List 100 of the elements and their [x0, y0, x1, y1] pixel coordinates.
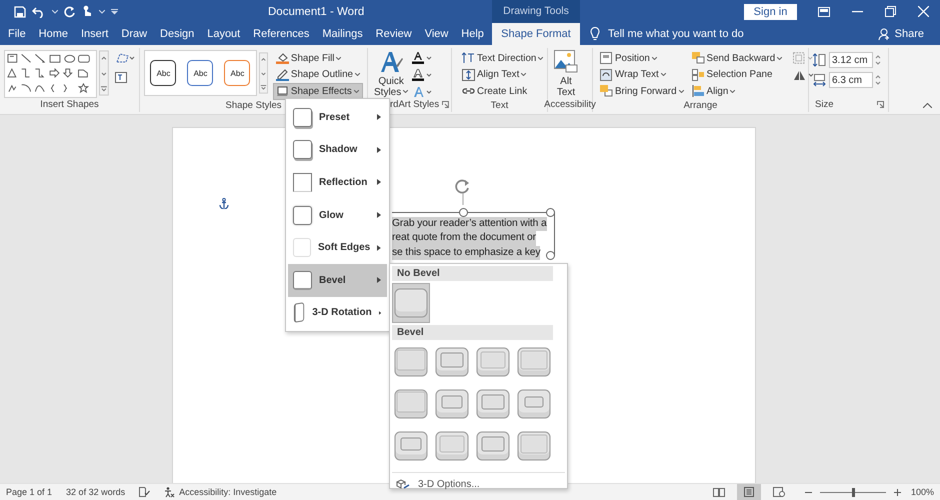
ribbon-tab[interactable]: Insert [80, 23, 108, 45]
collapse-ribbon-icon[interactable] [923, 103, 932, 108]
menu-item[interactable]: Reflection [288, 166, 387, 199]
style-swatch[interactable]: Abc [150, 60, 176, 86]
ribbon-tab[interactable]: Layout [207, 23, 240, 45]
resize-handle[interactable] [546, 208, 555, 217]
section-heading: Bevel [392, 325, 553, 340]
text-fill-icon[interactable] [412, 52, 432, 64]
submenu-arrow-icon [377, 114, 381, 120]
ribbon-tab[interactable]: Shape Format [492, 23, 580, 45]
zoom-level[interactable]: 100% [910, 487, 934, 497]
tell-me-field[interactable]: Tell me what you want to do [608, 23, 768, 45]
ribbon-tab[interactable]: Mailings [322, 23, 363, 45]
ribbon-tab[interactable]: Home [38, 23, 68, 45]
proofing-icon[interactable] [139, 487, 150, 497]
menu-item[interactable]: Bevel [288, 264, 387, 297]
submenu-arrow-icon [377, 146, 381, 153]
dialog-launcher-icon[interactable] [442, 101, 449, 108]
touch-mode-icon[interactable] [82, 5, 93, 18]
shape-gallery-drawing[interactable] [4, 50, 98, 98]
ribbon-command[interactable]: Shape Effects [272, 83, 363, 100]
accessibility-status[interactable]: Accessibility: Investigate [179, 487, 277, 497]
height-field[interactable]: 3.12 cm [829, 52, 873, 68]
style-swatch[interactable]: Abc [187, 60, 214, 86]
align-text-icon [462, 68, 475, 81]
ribbon-command[interactable]: Shape Outline [272, 66, 363, 83]
accessibility-icon[interactable] [164, 486, 176, 498]
alt-text-button[interactable]: Alt Text [552, 50, 580, 98]
effect-preview-icon [293, 270, 312, 290]
dialog-launcher-icon[interactable] [877, 101, 884, 108]
ribbon-command[interactable]: Align Text [459, 66, 546, 83]
rotation-handle-icon[interactable] [455, 179, 471, 205]
word-count[interactable]: 32 of 32 words [66, 487, 126, 497]
zoom-in-icon[interactable] [894, 488, 901, 496]
menu-item[interactable]: Glow [288, 198, 387, 232]
ribbon-command[interactable]: Shape Fill [272, 50, 363, 66]
gallery-scroll-icon[interactable] [99, 50, 109, 96]
spinner-icon[interactable] [875, 75, 881, 85]
ribbon-command[interactable]: Text Direction [459, 50, 546, 66]
menu-item[interactable]: Soft Edges [288, 231, 387, 264]
resize-handle[interactable] [546, 251, 555, 260]
ribbon-tab[interactable]: View [424, 23, 448, 45]
width-field[interactable]: 6.3 cm [829, 72, 873, 88]
caret-icon[interactable] [52, 10, 58, 14]
send-backward-icon [692, 52, 705, 64]
resize-handle[interactable] [459, 208, 468, 217]
redo-icon[interactable] [64, 6, 76, 18]
menu-item[interactable]: 3-D Rotation [288, 296, 387, 330]
ribbon-command[interactable]: Send Backward [688, 50, 786, 66]
sign-in-button[interactable]: Sign in [744, 4, 797, 20]
ribbon-command[interactable]: Create Link [459, 83, 546, 100]
caret-icon[interactable] [99, 10, 105, 14]
wrap-text-icon [600, 68, 613, 81]
ribbon-command[interactable]: Position [597, 50, 687, 66]
zoom-slider-thumb[interactable] [852, 488, 855, 496]
ribbon-tab[interactable]: Draw [121, 23, 148, 45]
gallery-scroll-icon[interactable] [258, 50, 268, 96]
undo-icon[interactable] [32, 6, 46, 18]
effect-preview-icon [293, 140, 312, 160]
close-icon[interactable] [918, 6, 929, 17]
page-count[interactable]: Page 1 of 1 [6, 487, 52, 497]
ribbon-command[interactable]: Selection Pane [688, 66, 786, 83]
text-box[interactable]: Grab your reader’s attention with a reat quote from the document or se this space to emphasize a key [392, 212, 555, 256]
read-mode-icon [712, 488, 725, 496]
customize-toolbar-icon[interactable] [111, 8, 118, 14]
ribbon-tab[interactable]: Design [160, 23, 194, 45]
section-heading: No Bevel [392, 266, 553, 281]
view-button[interactable] [736, 484, 761, 500]
save-icon[interactable] [14, 6, 26, 18]
paint-bucket-icon [276, 52, 289, 64]
shape-height-icon [813, 53, 826, 67]
ribbon-command[interactable]: Bring Forward [597, 83, 687, 100]
spinner-icon[interactable] [875, 55, 881, 65]
ribbon-command[interactable]: Wrap Text [597, 66, 687, 83]
restore-icon[interactable] [885, 6, 896, 17]
bring-forward-icon [600, 85, 613, 98]
menu-item[interactable]: Preset [288, 101, 387, 134]
style-swatch[interactable]: Abc [224, 60, 250, 86]
ribbon-tab[interactable]: Review [376, 23, 412, 45]
shape-effects-icon [276, 85, 289, 98]
ribbon-tab[interactable]: Help [461, 23, 484, 45]
caret-icon [355, 73, 360, 76]
ribbon-command[interactable]: Align [688, 83, 786, 100]
rotate-icon[interactable] [793, 69, 816, 81]
edit-shape-icon[interactable] [115, 52, 135, 64]
share-button[interactable]: Share [894, 28, 924, 40]
submenu-arrow-icon [377, 179, 381, 186]
ribbon-display-icon[interactable] [818, 6, 830, 16]
text-effects-icon[interactable] [412, 86, 432, 98]
lightbulb-icon [590, 27, 600, 41]
text-outline-icon[interactable] [412, 69, 432, 81]
minimize-icon[interactable] [852, 10, 863, 12]
text-box-icon[interactable] [115, 72, 127, 83]
menu-item[interactable]: Shadow [288, 134, 387, 166]
ribbon-tab[interactable]: File [8, 23, 26, 45]
group-label: rdArt Styles [390, 99, 440, 110]
quick-styles-button[interactable]: Quick Styles [372, 50, 410, 98]
ribbon-tab[interactable]: References [253, 23, 310, 45]
picture-icon [554, 50, 578, 74]
options-link[interactable]: 3-D Options... [418, 479, 480, 490]
